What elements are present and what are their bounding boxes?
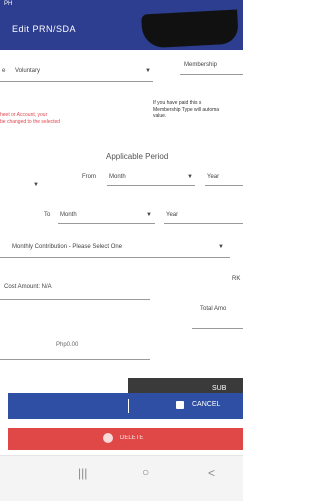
from-year-value: Year [207, 174, 220, 180]
to-month-value: Month [60, 212, 77, 218]
home-icon[interactable]: ○ [142, 465, 149, 479]
applicable-period-title: Applicable Period [106, 152, 169, 161]
to-label: To [44, 212, 51, 218]
redacted-area [141, 9, 239, 49]
chevron-down-icon: ▼ [218, 244, 224, 250]
cost-amount-underline [0, 299, 150, 300]
total-amount-label: Total Amo [200, 306, 227, 312]
membership-select[interactable]: e Voluntary ▼ [0, 64, 153, 82]
from-month-value: Month [109, 174, 126, 180]
delete-icon [103, 433, 113, 443]
cancel-icon [176, 401, 184, 409]
divider [128, 399, 129, 413]
info-left-line2: be changed to the selected [0, 118, 61, 125]
submit-fragment: T [0, 395, 5, 402]
status-time: PH [4, 1, 13, 7]
delete-button-label: DELETE [120, 435, 144, 441]
total-amount-value: Php0.00 [56, 342, 79, 348]
info-right: If you have paid this s Membership Type … [153, 100, 219, 120]
from-label: From [82, 174, 96, 180]
info-right-line3: value. [153, 113, 167, 119]
delete-button[interactable]: DELETE [8, 428, 243, 450]
from-month-select[interactable]: Month ▼ [107, 170, 195, 186]
membership-select-value: Voluntary [15, 68, 41, 74]
rk-label: RK [232, 276, 241, 282]
total-amount-underline [0, 359, 150, 360]
to-month-select[interactable]: Month ▼ [58, 208, 155, 224]
monthly-contribution-value: Monthly Contribution - Please Select One [12, 244, 123, 250]
system-navigation-bar: ||| ○ < [0, 455, 243, 501]
membership-label: Membership [184, 62, 218, 68]
page-title: Edit PRN/SDA [12, 24, 76, 34]
submit-button-label: SUB [212, 385, 227, 392]
back-icon[interactable]: < [208, 466, 215, 480]
from-year-select[interactable]: Year [205, 170, 243, 186]
membership-select-underline [0, 81, 153, 82]
to-year-value: Year [166, 212, 179, 218]
chevron-down-icon: ▼ [145, 68, 151, 74]
chevron-down-icon: ▼ [146, 212, 152, 218]
info-left: heet or Account, your be changed to the … [0, 112, 60, 125]
from-month-underline [107, 185, 195, 186]
to-month-underline [58, 223, 155, 224]
monthly-contribution-underline [0, 257, 230, 258]
status-bar: PH [0, 0, 243, 10]
to-year-underline [164, 223, 243, 224]
cancel-button-label: CANCEL [192, 401, 221, 408]
total-amount-label-underline [192, 328, 243, 329]
dropdown-arrow-icon[interactable]: ▼ [33, 182, 39, 188]
from-year-underline [205, 185, 243, 186]
cancel-button[interactable]: CANCEL [8, 393, 243, 419]
chevron-down-icon: ▼ [187, 174, 193, 180]
total-amount-field[interactable]: Php0.00 [0, 330, 150, 360]
page-title-text: Edit PRN/SDA [12, 24, 77, 34]
recents-icon[interactable]: ||| [78, 466, 87, 480]
membership-label-underline [180, 74, 243, 75]
cost-amount: Cost Amount: N/A [4, 284, 52, 290]
to-year-select[interactable]: Year [164, 208, 243, 224]
monthly-contribution-select[interactable]: Monthly Contribution - Please Select One… [0, 240, 230, 258]
